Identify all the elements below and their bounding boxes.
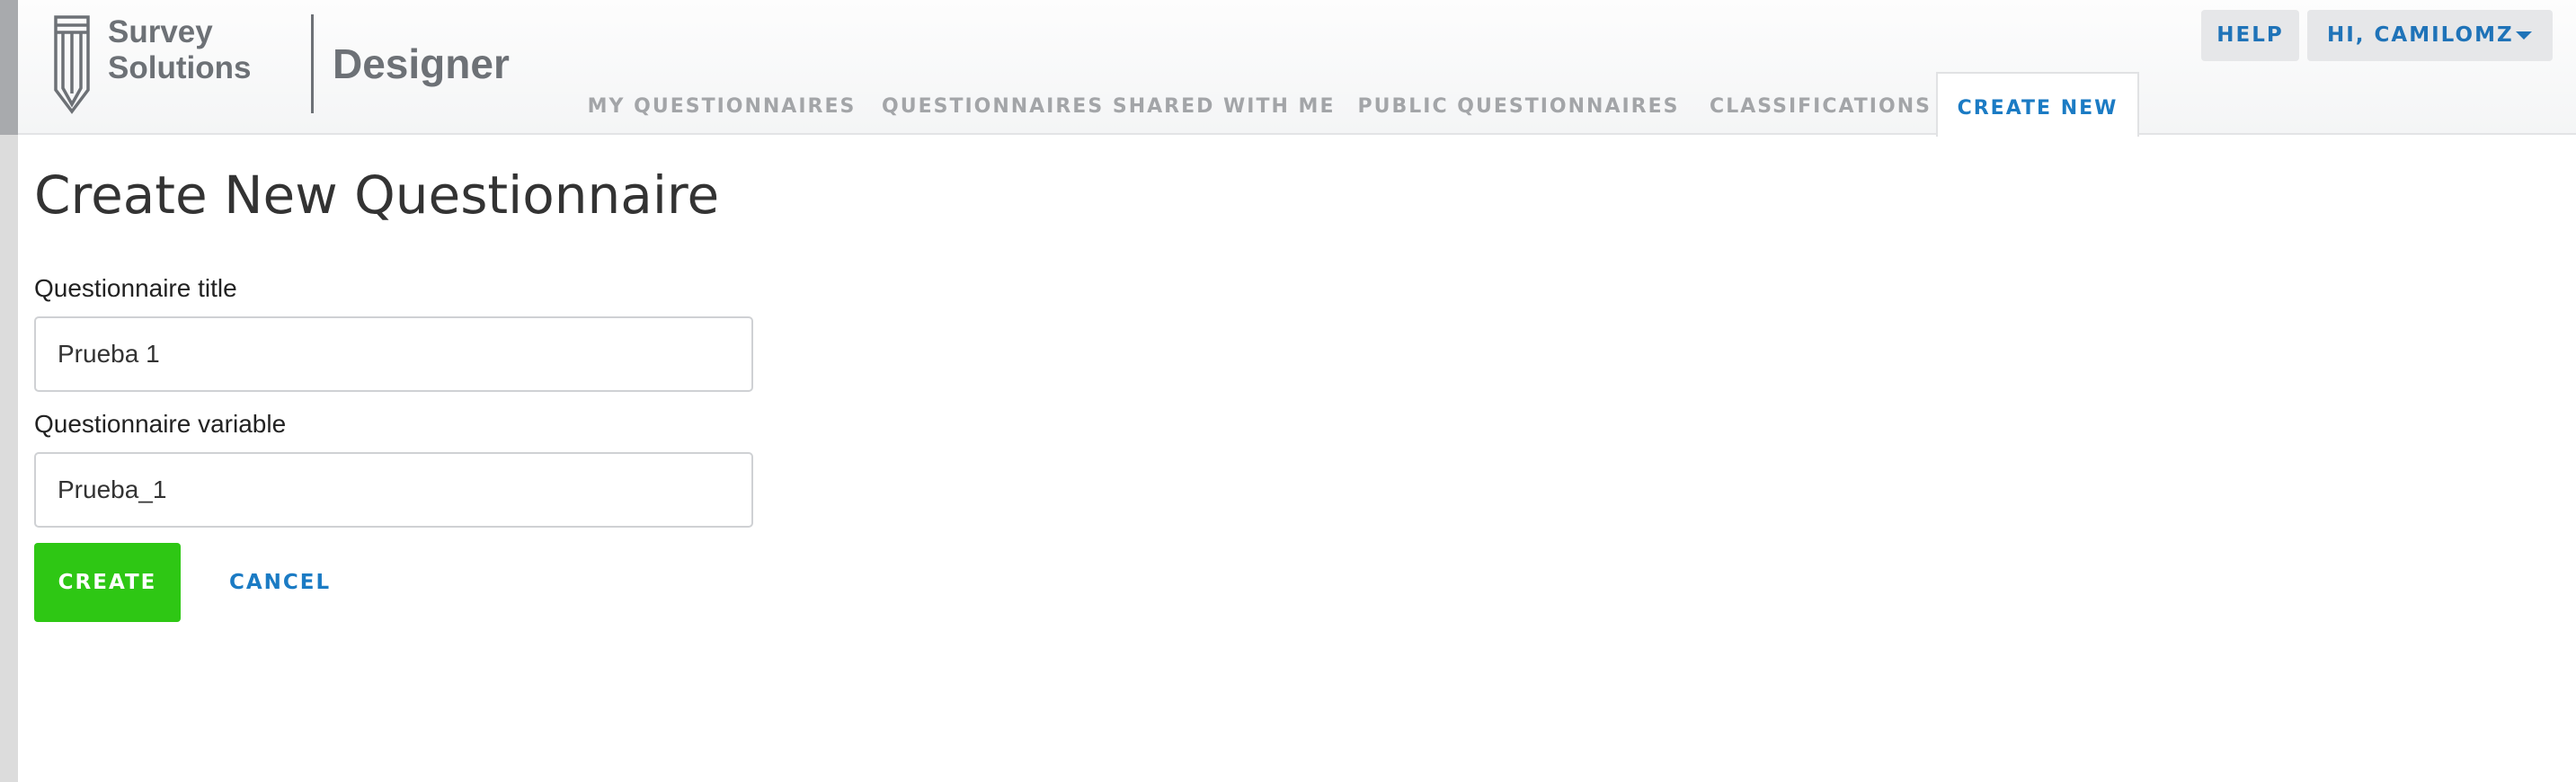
logo-divider [311,14,314,113]
create-button[interactable]: CREATE [34,543,181,622]
product-name: Designer [333,40,510,87]
top-header: Survey Solutions Designer MY QUESTIONNAI… [18,0,2576,137]
tab-my-questionnaires[interactable]: MY QUESTIONNAIRES [587,72,857,135]
tab-shared-with-me[interactable]: QUESTIONNAIRES SHARED WITH ME [882,72,1333,135]
page-title: Create New Questionnaire [34,164,720,226]
brand-name-line1: Survey [108,14,213,49]
app-logo[interactable]: Survey Solutions Designer [52,13,591,120]
user-menu-button[interactable]: HI, CAMILOMZ [2307,10,2553,61]
pen-nib-icon [54,15,90,114]
questionnaire-variable-input[interactable] [34,452,753,528]
caret-down-icon [2516,31,2532,40]
left-rail-top [0,0,18,135]
tab-public-questionnaires[interactable]: PUBLIC QUESTIONNAIRES [1356,72,1681,135]
variable-field-label: Questionnaire variable [34,410,287,438]
cancel-link[interactable]: CANCEL [229,543,331,622]
help-button[interactable]: HELP [2201,10,2299,61]
title-field-label: Questionnaire title [34,274,237,302]
tab-create-new[interactable]: CREATE NEW [1936,72,2139,137]
questionnaire-title-input[interactable] [34,316,753,392]
left-rail [0,0,18,782]
user-greeting: HI, CAMILOMZ [2327,23,2514,47]
brand-name-line2: Solutions [108,50,252,85]
tab-classifications[interactable]: CLASSIFICATIONS [1705,72,1936,135]
